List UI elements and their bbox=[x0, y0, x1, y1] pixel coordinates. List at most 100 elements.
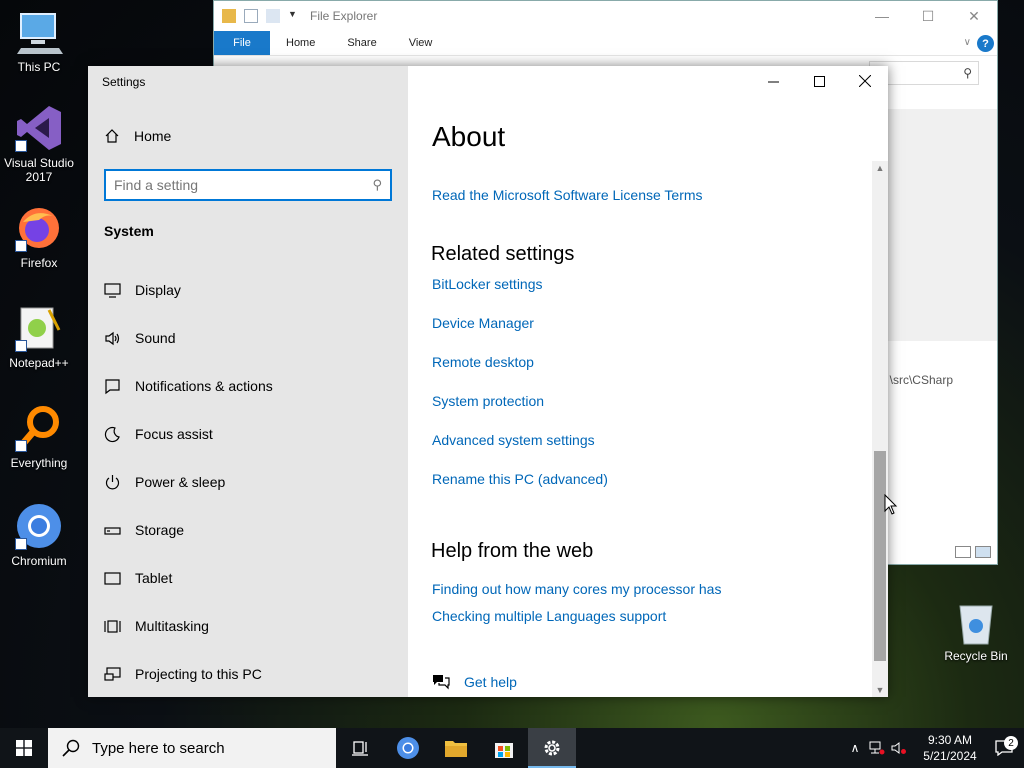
page-title: About bbox=[432, 121, 506, 152]
rename-pc-link[interactable]: Rename this PC (advanced) bbox=[432, 471, 608, 487]
file-explorer-pane bbox=[887, 109, 997, 341]
properties-icon[interactable] bbox=[244, 9, 258, 23]
nav-home-label: Home bbox=[134, 128, 172, 144]
taskbar-settings[interactable] bbox=[528, 728, 576, 768]
nav-list: Display Sound Notifications & actions Fo… bbox=[104, 266, 394, 698]
nav-item-projecting[interactable]: Projecting to this PC bbox=[104, 650, 394, 698]
notepad-plus-plus-icon bbox=[15, 304, 63, 352]
settings-window[interactable]: Settings Home ⚲ System Display Sound Not… bbox=[88, 66, 888, 697]
desktop-icon-label: This PC bbox=[17, 60, 61, 74]
desktop-icon-label: Recycle Bin bbox=[944, 649, 1008, 663]
maximize-button[interactable]: ☐ bbox=[905, 1, 951, 31]
get-help-icon bbox=[433, 675, 450, 690]
get-help-link[interactable]: Get help bbox=[464, 674, 517, 690]
chromium-icon bbox=[15, 502, 63, 550]
nav-item-tablet[interactable]: Tablet bbox=[104, 554, 394, 602]
desktop-icon-recycle-bin[interactable]: Recycle Bin bbox=[938, 602, 1014, 663]
nav-item-power-sleep[interactable]: Power & sleep bbox=[104, 458, 394, 506]
taskbar-store[interactable] bbox=[480, 728, 528, 768]
maximize-button[interactable] bbox=[796, 66, 842, 96]
taskbar-chromium[interactable] bbox=[384, 728, 432, 768]
file-path-text: \src\CSharp bbox=[889, 373, 953, 387]
file-explorer-title: File Explorer bbox=[310, 9, 378, 23]
desktop-icon-chromium[interactable]: Chromium bbox=[0, 502, 78, 568]
nav-item-notifications[interactable]: Notifications & actions bbox=[104, 362, 394, 410]
tab-file[interactable]: File bbox=[214, 31, 270, 55]
desktop-icon-firefox[interactable]: Firefox bbox=[0, 204, 78, 270]
advanced-system-settings-link[interactable]: Advanced system settings bbox=[432, 432, 595, 448]
large-icons-view-icon[interactable] bbox=[975, 546, 991, 558]
show-hidden-icons-chevron-up-icon[interactable]: ∧ bbox=[844, 741, 866, 755]
nav-item-label: Display bbox=[135, 282, 181, 298]
action-center-button[interactable]: 2 bbox=[984, 736, 1024, 756]
nav-item-storage[interactable]: Storage bbox=[104, 506, 394, 554]
tab-share[interactable]: Share bbox=[331, 31, 392, 55]
window-title: Settings bbox=[102, 75, 146, 89]
nav-item-label: Power & sleep bbox=[135, 474, 226, 490]
desktop-icon-label: Chromium bbox=[11, 554, 67, 568]
storage-icon bbox=[104, 526, 121, 535]
expand-ribbon-icon[interactable]: ∨ bbox=[964, 37, 971, 48]
sound-icon bbox=[105, 331, 120, 345]
desktop-icon-everything[interactable]: Everything bbox=[0, 404, 78, 470]
section-title: System bbox=[104, 223, 154, 239]
search-icon: ⚲ bbox=[963, 66, 972, 80]
chevron-down-icon[interactable]: ▼ bbox=[288, 9, 302, 23]
minimize-button[interactable]: — bbox=[859, 1, 905, 31]
nav-item-display[interactable]: Display bbox=[104, 266, 394, 314]
desktop-icon-notepad-plus-plus[interactable]: Notepad++ bbox=[0, 304, 78, 370]
new-folder-icon[interactable] bbox=[266, 9, 280, 23]
nav-item-sound[interactable]: Sound bbox=[104, 314, 394, 362]
close-button[interactable]: ✕ bbox=[951, 1, 997, 31]
scroll-down-icon[interactable]: ▼ bbox=[872, 683, 888, 697]
system-protection-link[interactable]: System protection bbox=[432, 393, 544, 409]
start-button[interactable] bbox=[0, 728, 48, 768]
taskbar: Type here to search ∧ 9:30 AM 5/21/2024 … bbox=[0, 728, 1024, 768]
nav-item-label: Focus assist bbox=[135, 426, 213, 442]
notifications-icon bbox=[105, 378, 120, 394]
search-input[interactable] bbox=[114, 177, 373, 193]
tab-home[interactable]: Home bbox=[270, 31, 331, 55]
scroll-up-icon[interactable]: ▲ bbox=[872, 161, 888, 175]
gear-icon bbox=[544, 740, 560, 756]
remote-desktop-link[interactable]: Remote desktop bbox=[432, 354, 534, 370]
scrollbar-thumb[interactable] bbox=[874, 451, 886, 661]
notification-count-badge: 2 bbox=[1004, 736, 1018, 750]
task-view-button[interactable] bbox=[336, 728, 384, 768]
taskbar-file-explorer[interactable] bbox=[432, 728, 480, 768]
tab-view[interactable]: View bbox=[393, 31, 449, 55]
help-from-web-heading: Help from the web bbox=[431, 540, 594, 562]
mouse-cursor-icon bbox=[884, 494, 898, 515]
get-help-row[interactable]: Get help bbox=[432, 674, 517, 690]
settings-content: About Read the Microsoft Software Licens… bbox=[408, 66, 888, 697]
bitlocker-settings-link[interactable]: BitLocker settings bbox=[432, 276, 543, 292]
device-manager-link[interactable]: Device Manager bbox=[432, 315, 534, 331]
nav-item-focus-assist[interactable]: Focus assist bbox=[104, 410, 394, 458]
nav-item-label: Projecting to this PC bbox=[135, 666, 262, 682]
license-terms-link[interactable]: Read the Microsoft Software License Term… bbox=[432, 187, 703, 203]
help-cores-link[interactable]: Finding out how many cores my processor … bbox=[432, 581, 721, 597]
desktop-icon-this-pc[interactable]: This PC bbox=[0, 8, 78, 74]
close-icon bbox=[859, 75, 871, 87]
taskbar-search[interactable]: Type here to search bbox=[48, 728, 336, 768]
nav-item-label: Storage bbox=[135, 522, 185, 538]
nav-home[interactable]: Home bbox=[104, 128, 171, 144]
projecting-icon bbox=[104, 666, 121, 681]
desktop-icon-visual-studio[interactable]: Visual Studio 2017 bbox=[0, 104, 78, 184]
nav-item-multitasking[interactable]: Multitasking bbox=[104, 602, 394, 650]
nav-item-label: Notifications & actions bbox=[135, 378, 273, 394]
folder-icon bbox=[445, 741, 467, 757]
minimize-button[interactable] bbox=[750, 66, 796, 96]
network-icon[interactable] bbox=[866, 741, 888, 755]
details-view-icon[interactable] bbox=[955, 546, 971, 558]
taskbar-clock[interactable]: 9:30 AM 5/21/2024 bbox=[916, 732, 984, 764]
home-icon bbox=[105, 129, 119, 143]
help-icon[interactable]: ? bbox=[977, 35, 994, 52]
power-icon bbox=[105, 474, 120, 489]
help-languages-link[interactable]: Checking multiple Languages support bbox=[432, 608, 666, 624]
volume-muted-icon[interactable] bbox=[888, 741, 910, 755]
scrollbar[interactable]: ▲ ▼ bbox=[872, 161, 888, 697]
settings-search[interactable]: ⚲ bbox=[104, 169, 392, 201]
ribbon-tabs: File Home Share View bbox=[214, 31, 997, 56]
close-button[interactable] bbox=[842, 66, 888, 96]
